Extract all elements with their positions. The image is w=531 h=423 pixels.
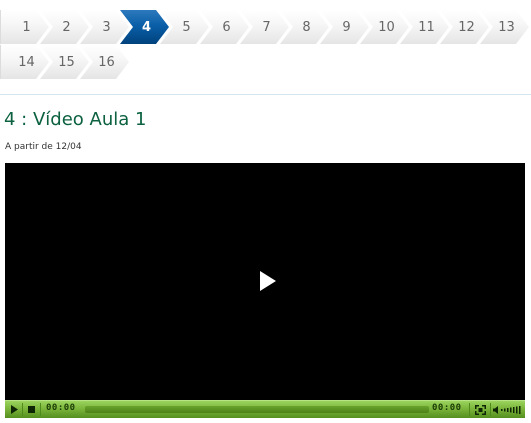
- control-separator: [490, 403, 491, 416]
- stop-icon: [27, 406, 35, 413]
- play-icon[interactable]: [255, 269, 279, 293]
- step-label: 15: [58, 54, 75, 70]
- step-label: 2: [62, 19, 71, 35]
- step-label: 13: [498, 19, 515, 35]
- step-label: 4: [141, 19, 152, 35]
- fullscreen-icon: [474, 404, 486, 415]
- fullscreen-button[interactable]: [472, 401, 488, 418]
- availability-date: A partir de 12/04: [5, 142, 82, 152]
- step-label: 5: [182, 19, 191, 35]
- progress-scrubber[interactable]: [85, 406, 429, 413]
- player-controls: 00:00 00:00: [5, 400, 525, 418]
- control-separator: [469, 403, 470, 416]
- lesson-title: 4 : Vídeo Aula 1: [4, 109, 147, 130]
- video-player[interactable]: 00:00 00:00: [5, 163, 525, 418]
- stop-button[interactable]: [24, 401, 38, 418]
- step-label: 9: [342, 19, 351, 35]
- play-button[interactable]: [7, 401, 21, 418]
- page: 1 2 3 4 5 6 7 8 9 10 11 12 13 14 15 16 4…: [0, 0, 531, 423]
- total-time: 00:00: [432, 403, 462, 413]
- step-label: 14: [18, 54, 35, 70]
- step-13[interactable]: 13: [480, 10, 529, 44]
- volume-control[interactable]: [492, 401, 523, 418]
- step-label: 6: [222, 19, 231, 35]
- step-label: 8: [302, 19, 311, 35]
- step-16[interactable]: 16: [80, 45, 129, 79]
- volume-icon: [493, 405, 521, 414]
- step-label: 10: [378, 19, 395, 35]
- lesson-stepper: 1 2 3 4 5 6 7 8 9 10 11 12 13 14 15 16: [0, 10, 531, 80]
- section-divider: [0, 94, 531, 95]
- control-separator: [22, 403, 23, 416]
- step-label: 3: [102, 19, 111, 35]
- elapsed-time: 00:00: [46, 403, 76, 413]
- step-label: 11: [418, 19, 435, 35]
- step-label: 12: [458, 19, 475, 35]
- step-label: 7: [262, 19, 271, 35]
- step-label: 1: [22, 19, 31, 35]
- play-icon: [11, 405, 18, 414]
- control-separator: [40, 403, 41, 416]
- step-label: 16: [98, 54, 115, 70]
